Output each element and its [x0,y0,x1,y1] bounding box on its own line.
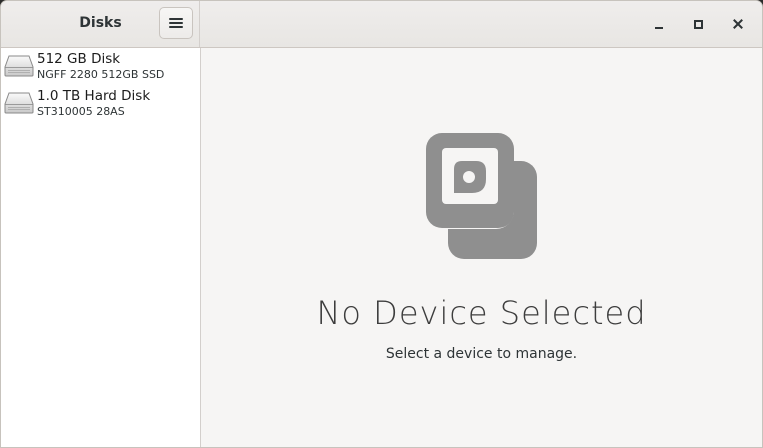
minimize-icon [655,26,663,29]
hamburger-menu-icon [169,17,183,29]
drive-harddisk-icon [4,92,34,114]
disks-window: Disks 512 GB Disk NGFF 2280 512GB SSD 1.… [0,0,763,448]
drive-harddisk-icon [4,55,34,77]
disk-model: NGFF 2280 512GB SSD [37,68,165,81]
empty-state-title: No Device Selected [316,294,647,332]
empty-state-subtitle: Select a device to manage. [385,346,578,362]
header-sidebar-section: Disks [1,1,200,47]
maximize-button[interactable] [687,13,709,35]
disk-model: ST310005 28AS [37,105,125,118]
close-button[interactable] [727,13,749,35]
maximize-icon [693,19,703,29]
disk-text: 1.0 TB Hard Disk ST310005 28AS [37,88,150,119]
app-menu-button[interactable] [159,7,193,39]
header-content-section [200,1,762,47]
minimize-button[interactable] [648,13,670,35]
disk-name: 1.0 TB Hard Disk [37,88,151,104]
disk-list-item[interactable]: 512 GB Disk NGFF 2280 512GB SSD [1,48,200,85]
disk-sidebar: 512 GB Disk NGFF 2280 512GB SSD 1.0 TB H… [1,48,201,447]
disk-name: 512 GB Disk [37,51,121,67]
main-content: No Device Selected Select a device to ma… [201,48,762,447]
disks-placeholder-icon [424,131,537,259]
disk-text: 512 GB Disk NGFF 2280 512GB SSD [37,51,164,82]
header-bar: Disks [1,1,762,48]
close-icon [733,19,743,29]
disk-list-item[interactable]: 1.0 TB Hard Disk ST310005 28AS [1,85,200,122]
app-title-label: Disks [79,15,122,31]
